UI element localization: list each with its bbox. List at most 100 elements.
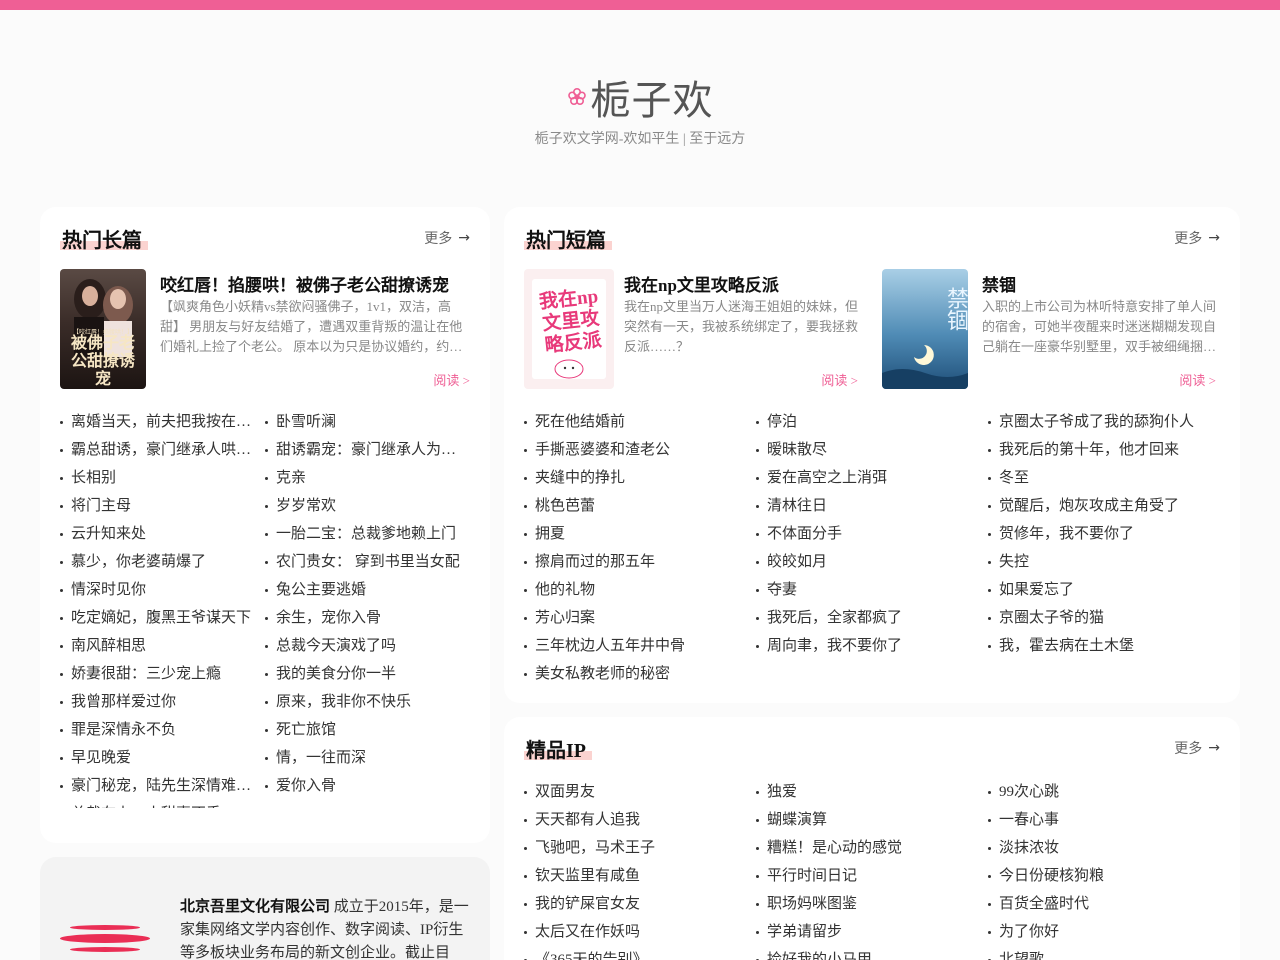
ip-list-col3: 99次心跳 一春心事 淡抹浓妆 今日份硬核狗粮 百货全盛时代 为了你好 北望歌 (988, 778, 1220, 960)
list-item[interactable]: 冬至 (988, 464, 1220, 492)
list-item[interactable]: 原来，我非你不快乐 (265, 688, 465, 716)
list-item[interactable]: 将门主母 (60, 492, 255, 520)
list-item[interactable]: 芳心归案 (524, 604, 744, 632)
list-item[interactable]: 周向聿，我不要你了 (756, 632, 976, 660)
list-item[interactable]: 失控 (988, 548, 1220, 576)
book-description: 我在np文里当万人迷海王姐姐的妹妹，但突然有一天，我被系统绑定了，要我拯救反派…… (624, 299, 859, 354)
list-item[interactable]: 清林往日 (756, 492, 976, 520)
list-item[interactable]: 双面男友 (524, 778, 744, 806)
list-item[interactable]: 情深时见你 (60, 576, 255, 604)
list-item[interactable]: 太后又在作妖吗 (524, 918, 744, 946)
book-cover[interactable]: 我在np文里攻略反派 (524, 269, 614, 389)
list-item[interactable]: 我的美食分你一半 (265, 660, 465, 688)
list-item[interactable]: 云升知来处 (60, 520, 255, 548)
list-item[interactable]: 停泊 (756, 408, 976, 436)
list-item[interactable]: 甜诱霸宠：豪门继承人为我弯腰 (265, 436, 465, 464)
featured-book[interactable]: 【咬红唇！掐腰哄！】 被佛子老公甜撩诱宠 咬红唇！掐腰哄！被佛子老公甜撩诱宠 【… (60, 269, 470, 389)
list-item[interactable]: 暧昧散尽 (756, 436, 976, 464)
list-item[interactable]: 克亲 (265, 464, 465, 492)
list-item[interactable]: 京圈太子爷成了我的舔狗仆人 (988, 408, 1220, 436)
list-item[interactable]: 学弟请留步 (756, 918, 976, 946)
list-item[interactable]: 拥夏 (524, 520, 744, 548)
list-item[interactable]: 总裁今天演戏了吗 (265, 632, 465, 660)
list-item[interactable]: 情，一往而深 (265, 744, 465, 772)
list-item[interactable]: 总裁在上：小甜妻不乖 (60, 800, 255, 808)
list-item[interactable]: 99次心跳 (988, 778, 1220, 806)
list-item[interactable]: 爱你入骨 (265, 772, 465, 800)
list-item[interactable]: 农门贵女： 穿到书里当女配 (265, 548, 465, 576)
read-link[interactable]: 阅读 > (821, 370, 858, 389)
list-item[interactable]: 我死后的第十年，他才回来 (988, 436, 1220, 464)
featured-book[interactable]: 禁锢 禁锢 入职的上市公司为林听特意安排了单人间的宿舍，可她半夜醒来时迷迷糊糊发… (882, 269, 1216, 389)
list-item[interactable]: 擦肩而过的那五年 (524, 548, 744, 576)
list-item[interactable]: 钦天监里有咸鱼 (524, 862, 744, 890)
list-item[interactable]: 豪门秘宠，陆先生深情难辜负 (60, 772, 255, 800)
list-item[interactable]: 霸总甜诱，豪门继承人哄我入怀 (60, 436, 255, 464)
book-title[interactable]: 我在np文里攻略反派 (624, 271, 779, 296)
list-item[interactable]: 贺修年，我不要你了 (988, 520, 1220, 548)
list-item[interactable]: 觉醒后，炮灰攻成主角受了 (988, 492, 1220, 520)
list-item[interactable]: 慕少，你老婆萌爆了 (60, 548, 255, 576)
book-title[interactable]: 咬红唇！掐腰哄！被佛子老公甜撩诱宠 (160, 271, 449, 296)
list-item[interactable]: 为了你好 (988, 918, 1220, 946)
list-item[interactable]: 飞驰吧，马术王子 (524, 834, 744, 862)
list-item[interactable]: 天天都有人追我 (524, 806, 744, 834)
list-item[interactable]: 余生，宠你入骨 (265, 604, 465, 632)
more-link[interactable]: 更多 → (1174, 738, 1220, 758)
list-item[interactable]: 死在他结婚前 (524, 408, 744, 436)
list-item[interactable]: 岁岁常欢 (265, 492, 465, 520)
list-item[interactable]: 长相别 (60, 464, 255, 492)
list-item[interactable]: 淡抹浓妆 (988, 834, 1220, 862)
list-item[interactable]: 京圈太子爷的猫 (988, 604, 1220, 632)
list-item[interactable]: 今日份硬核狗粮 (988, 862, 1220, 890)
ip-list-col1: 双面男友 天天都有人追我 飞驰吧，马术王子 钦天监里有咸鱼 我的铲屎官女友 太后又在作妖吗… (524, 778, 744, 960)
list-item[interactable]: 百货全盛时代 (988, 890, 1220, 918)
list-item[interactable]: 夺妻 (756, 576, 976, 604)
list-item[interactable]: 捡好我的小马甲 (756, 946, 976, 960)
list-item[interactable]: 美女私教老师的秘密 (524, 660, 744, 688)
list-item[interactable]: 我的铲屎官女友 (524, 890, 744, 918)
list-item[interactable]: 一胎二宝：总裁爹地赖上门 (265, 520, 465, 548)
list-item[interactable]: 《365天的告别》 (524, 946, 744, 960)
list-item[interactable]: 夹缝中的挣扎 (524, 464, 744, 492)
list-item[interactable]: 南风醉相思 (60, 632, 255, 660)
list-item[interactable]: 我，霍去病在土木堡 (988, 632, 1220, 660)
read-link[interactable]: 阅读 > (433, 370, 470, 389)
featured-book[interactable]: 我在np文里攻略反派 我在np文里攻略反派 我在np文里当万人迷海王姐姐的妹妹，… (524, 269, 858, 389)
list-item[interactable]: 手撕恶婆婆和渣老公 (524, 436, 744, 464)
list-item[interactable]: 罪是深情永不负 (60, 716, 255, 744)
list-item[interactable]: 我死后，全家都疯了 (756, 604, 976, 632)
list-item[interactable]: 卧雪听澜 (265, 408, 465, 436)
list-item[interactable]: 平行时间日记 (756, 862, 976, 890)
more-link[interactable]: 更多 → (424, 228, 470, 248)
more-link[interactable]: 更多 → (1174, 228, 1220, 248)
list-item[interactable]: 独爱 (756, 778, 976, 806)
list-item[interactable]: 爱在高空之上消弭 (756, 464, 976, 492)
company-logo (60, 925, 150, 956)
list-item[interactable]: 桃色芭蕾 (524, 492, 744, 520)
book-description: 【飒爽角色小妖精vs禁欲闷骚佛子，1v1，双洁，高甜】 男朋友与好友结婚了，遭遇… (160, 299, 463, 354)
list-item[interactable]: 糟糕！是心动的感觉 (756, 834, 976, 862)
list-item[interactable]: 吃定嫡妃，腹黑王爷谋天下 (60, 604, 255, 632)
list-item[interactable]: 娇妻很甜：三少宠上瘾 (60, 660, 255, 688)
list-item[interactable]: 职场妈咪图鉴 (756, 890, 976, 918)
list-item[interactable]: 早见晚爱 (60, 744, 255, 772)
list-item[interactable]: 如果爱忘了 (988, 576, 1220, 604)
list-item[interactable]: 死亡旅馆 (265, 716, 465, 744)
site-logo[interactable]: 栀子欢 (0, 78, 1280, 124)
list-item[interactable]: 离婚当天，前夫把我按在民政局门口 (60, 408, 255, 436)
book-title[interactable]: 禁锢 (982, 271, 1016, 296)
list-item[interactable]: 不体面分手 (756, 520, 976, 548)
book-cover[interactable]: 禁锢 (882, 269, 968, 389)
read-link[interactable]: 阅读 > (1179, 370, 1216, 389)
list-item[interactable]: 我曾那样爱过你 (60, 688, 255, 716)
list-item[interactable]: 三年枕边人五年井中骨 (524, 632, 744, 660)
list-item[interactable]: 北望歌 (988, 946, 1220, 960)
list-item[interactable]: 蝴蝶演算 (756, 806, 976, 834)
list-item[interactable]: 他的礼物 (524, 576, 744, 604)
section-header: 热门短篇 更多 → (524, 223, 1220, 253)
book-cover[interactable]: 【咬红唇！掐腰哄！】 被佛子老公甜撩诱宠 (60, 269, 146, 389)
list-item[interactable]: 兔公主要逃婚 (265, 576, 465, 604)
list-item[interactable]: 一春心事 (988, 806, 1220, 834)
list-item[interactable]: 皎皎如月 (756, 548, 976, 576)
